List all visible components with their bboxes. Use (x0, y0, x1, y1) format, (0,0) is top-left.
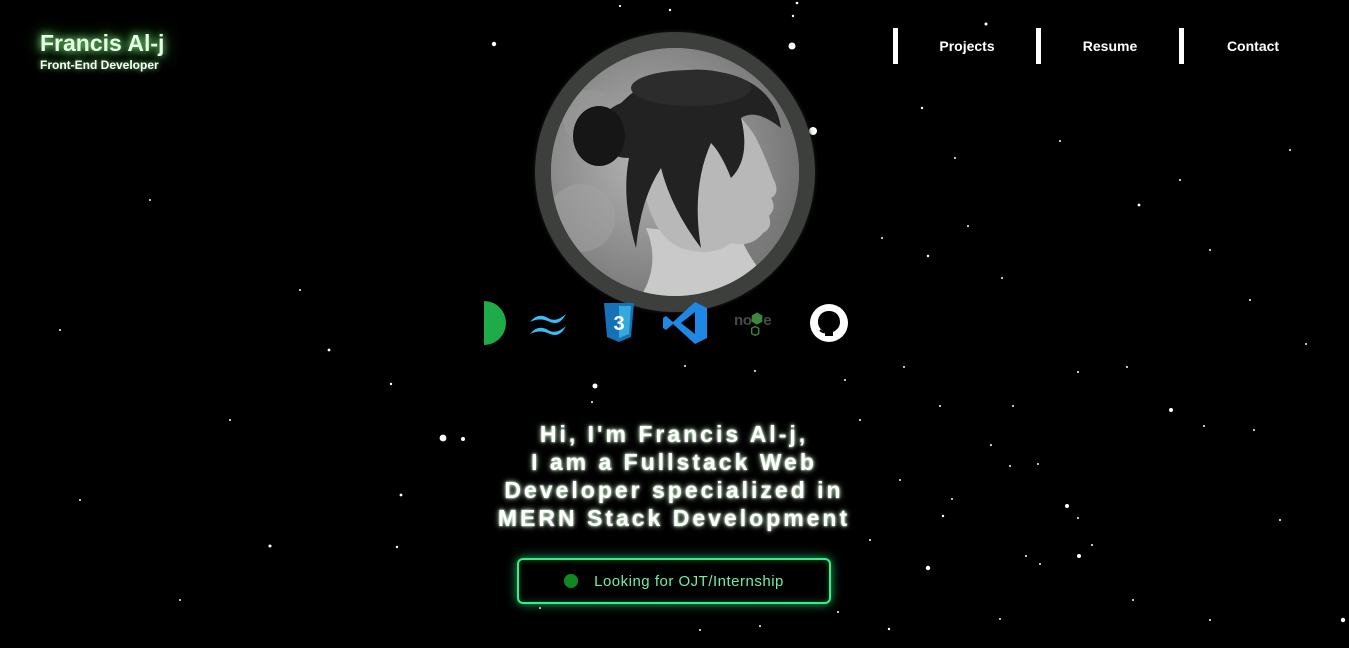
star (1253, 429, 1255, 431)
star (1289, 149, 1291, 151)
star (1009, 465, 1011, 467)
star (990, 444, 992, 446)
svg-text:n: n (734, 312, 743, 329)
star (1059, 140, 1061, 142)
star (59, 329, 61, 331)
hero-headline: Hi, I'm Francis Al-j, I am a Fullstack W… (424, 420, 924, 532)
star (491, 41, 497, 47)
star (984, 22, 988, 26)
star (1012, 405, 1014, 407)
star (920, 106, 924, 110)
star (881, 237, 883, 239)
star (618, 4, 622, 8)
star (759, 625, 761, 627)
main-nav: Projects Resume Contact (893, 28, 1322, 64)
nav-contact[interactable]: Contact (1179, 28, 1322, 64)
css3-icon: 3 (596, 300, 642, 346)
star (699, 629, 701, 631)
star (1340, 617, 1346, 623)
hero-line-1: Hi, I'm Francis Al-j, (539, 421, 809, 447)
star (1209, 619, 1211, 621)
star (1077, 371, 1079, 373)
star (79, 499, 81, 501)
star (791, 14, 795, 18)
brand-role: Front-End Developer (40, 58, 159, 72)
star (1025, 555, 1027, 557)
tailwind-icon (526, 300, 572, 346)
star (1132, 599, 1134, 601)
star (1169, 408, 1173, 412)
star (939, 405, 941, 407)
svg-text:e: e (763, 312, 771, 329)
star (951, 498, 953, 500)
tech-stack: 3 n o e (460, 300, 860, 346)
star (1001, 277, 1003, 279)
star (869, 539, 871, 541)
star (941, 514, 945, 518)
brand-name: Francis Al-j (40, 30, 165, 56)
star (925, 565, 931, 571)
star (149, 199, 151, 201)
star (903, 366, 905, 368)
hero-line-3: Developer specialized in (504, 477, 844, 503)
star (754, 370, 756, 372)
star (844, 379, 846, 381)
nav-projects[interactable]: Projects (893, 28, 1036, 64)
internship-status-button[interactable]: Looking for OJT/Internship (517, 558, 831, 604)
star (389, 382, 393, 386)
mongodb-icon (474, 300, 520, 346)
star (1209, 249, 1211, 251)
nav-resume[interactable]: Resume (1036, 28, 1179, 64)
star (592, 383, 598, 389)
svg-text:3: 3 (613, 313, 624, 335)
avatar (551, 48, 799, 296)
star (1137, 203, 1141, 207)
star (809, 127, 817, 135)
star (229, 419, 231, 421)
star (268, 544, 272, 548)
star (1126, 366, 1128, 368)
star (1065, 504, 1069, 508)
star (795, 1, 799, 5)
star (837, 611, 839, 613)
star (1037, 463, 1039, 465)
star (999, 618, 1001, 620)
star (1279, 519, 1281, 521)
star (1249, 299, 1251, 301)
star (926, 254, 930, 258)
star (395, 545, 399, 549)
avatar-frame (535, 32, 815, 312)
star (1091, 544, 1093, 546)
profile-photo (551, 48, 799, 296)
nodejs-icon: n o e (734, 300, 780, 346)
brand[interactable]: Francis Al-j Front-End Developer (40, 30, 164, 72)
github-icon[interactable] (806, 300, 852, 346)
star (1077, 554, 1081, 558)
star (299, 289, 301, 291)
star (684, 365, 686, 367)
star (327, 348, 331, 352)
status-dot-icon (564, 574, 579, 588)
star (1203, 425, 1205, 427)
star (179, 599, 181, 601)
vscode-icon (663, 300, 709, 346)
star (1039, 563, 1041, 565)
star (668, 8, 672, 12)
star (788, 42, 796, 50)
star (954, 157, 956, 159)
star (1305, 343, 1307, 345)
svg-text:o: o (743, 312, 752, 329)
hero-line-4: MERN Stack Development (497, 505, 851, 531)
cta-label: Looking for OJT/Internship (594, 572, 784, 590)
star (539, 607, 541, 609)
star (399, 493, 403, 497)
star (591, 401, 593, 403)
star (1179, 179, 1181, 181)
star (887, 627, 891, 631)
star (967, 225, 969, 227)
hero-line-2: I am a Fullstack Web (531, 449, 817, 475)
star (1077, 517, 1079, 519)
